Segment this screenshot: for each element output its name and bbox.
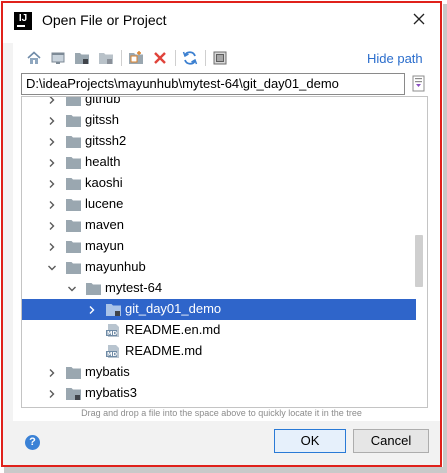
project-folder-icon[interactable] — [71, 47, 93, 69]
chevron-right-icon[interactable] — [46, 97, 58, 110]
tree-row[interactable]: mybatis — [22, 362, 416, 383]
toolbar — [21, 47, 321, 71]
hide-path-link[interactable]: Hide path — [367, 51, 423, 66]
path-input[interactable]: D:\ideaProjects\mayunhub\mytest-64\git_d… — [21, 73, 405, 95]
chevron-right-icon[interactable] — [46, 236, 58, 257]
show-hidden-icon[interactable] — [209, 47, 231, 69]
tree-rows: github gitssh gitssh2 health kaoshi lucene mav… — [22, 96, 427, 407]
path-history-button[interactable] — [409, 74, 427, 94]
tree-row[interactable]: health — [22, 152, 416, 173]
open-file-dialog: IJ Open File or Project Hide path D:\ide… — [3, 3, 440, 465]
app-icon-text: IJ — [18, 13, 28, 24]
chevron-right-icon[interactable] — [46, 173, 58, 194]
chevron-right-icon[interactable] — [46, 215, 58, 236]
tree-row[interactable]: github — [22, 96, 416, 110]
toolbar-separator — [121, 50, 122, 66]
tree-row-label: mybatis3 — [85, 385, 138, 400]
window-shadow-right — [443, 4, 447, 471]
module-folder-icon[interactable] — [95, 47, 117, 69]
window-shadow-bottom — [4, 467, 447, 473]
tree-row-label: lucene — [85, 196, 124, 211]
tree-row-label: mytest-64 — [105, 280, 163, 295]
background-window-strip — [3, 43, 13, 465]
tree-row-label: maven — [85, 217, 125, 232]
svg-text:MD: MD — [107, 352, 117, 358]
tree-row-label: README.en.md — [125, 322, 221, 337]
tree-row[interactable]: gitssh2 — [22, 131, 416, 152]
tree-row-label: mayun — [85, 238, 125, 253]
chevron-right-icon[interactable] — [46, 194, 58, 215]
folder-icon — [66, 135, 81, 148]
tree-row[interactable]: lucene — [22, 194, 416, 215]
folder-icon — [66, 261, 81, 274]
title-bar: IJ Open File or Project — [3, 3, 440, 39]
chevron-down-icon[interactable] — [46, 257, 58, 278]
tree-row-label: health — [85, 154, 121, 169]
tree-row-label: README.md — [125, 343, 203, 358]
toolbar-separator — [205, 50, 206, 66]
tree-row[interactable]: maven — [22, 215, 416, 236]
home-icon[interactable] — [23, 47, 45, 69]
tree-row-label: gitssh2 — [85, 133, 127, 148]
desktop-icon[interactable] — [47, 47, 69, 69]
project-folder-icon — [66, 387, 81, 400]
folder-icon — [66, 97, 81, 106]
drag-drop-hint: Drag and drop a file into the space abov… — [81, 408, 362, 418]
folder-icon — [66, 219, 81, 232]
project-folder-icon — [106, 303, 121, 316]
tree-row[interactable]: kaoshi — [22, 173, 416, 194]
tree-row[interactable]: mayunhub — [22, 257, 416, 278]
refresh-icon[interactable] — [179, 47, 201, 69]
chevron-right-icon[interactable] — [46, 131, 58, 152]
folder-icon — [66, 366, 81, 379]
tree-row[interactable]: MD README.en.md — [22, 320, 416, 341]
tree-row-label: mybatis — [85, 364, 130, 379]
chevron-down-icon[interactable] — [66, 278, 78, 299]
folder-icon — [66, 177, 81, 190]
tree-scrollbar-thumb[interactable] — [415, 235, 423, 287]
tree-row[interactable]: mybatis3 — [22, 383, 416, 404]
chevron-right-icon[interactable] — [46, 362, 58, 383]
close-icon — [413, 13, 425, 25]
svg-text:MD: MD — [107, 331, 117, 337]
close-button[interactable] — [409, 11, 429, 31]
file-tree[interactable]: github gitssh gitssh2 health kaoshi lucene mav… — [21, 96, 428, 408]
chevron-right-icon[interactable] — [46, 110, 58, 131]
folder-icon — [86, 282, 101, 295]
path-history-icon — [412, 75, 425, 92]
folder-icon — [66, 240, 81, 253]
tree-row[interactable]: gitssh — [22, 110, 416, 131]
folder-icon — [66, 156, 81, 169]
tree-row-label: gitssh — [85, 112, 119, 127]
chevron-right-icon[interactable] — [86, 299, 98, 320]
intellij-app-icon: IJ — [14, 12, 32, 30]
chevron-right-icon[interactable] — [46, 383, 58, 404]
tree-row[interactable]: MD README.md — [22, 341, 416, 362]
markdown-file-icon: MD — [106, 345, 121, 358]
markdown-file-icon: MD — [106, 324, 121, 337]
tree-row[interactable]: git_day01_demo — [22, 299, 416, 320]
cancel-button[interactable]: Cancel — [353, 429, 429, 453]
folder-icon — [66, 198, 81, 211]
dialog-title: Open File or Project — [42, 12, 167, 28]
folder-icon — [66, 114, 81, 127]
new-folder-icon[interactable] — [125, 47, 147, 69]
tree-row-label: git_day01_demo — [125, 301, 222, 316]
delete-icon[interactable] — [149, 47, 171, 69]
tree-row[interactable]: mayun — [22, 236, 416, 257]
toolbar-separator — [175, 50, 176, 66]
tree-row-label: github — [85, 96, 121, 106]
ok-button[interactable]: OK — [274, 429, 346, 453]
help-button[interactable]: ? — [25, 435, 40, 450]
tree-row-label: mayunhub — [85, 259, 146, 274]
chevron-right-icon[interactable] — [46, 152, 58, 173]
tree-row[interactable]: mytest-64 — [22, 278, 416, 299]
tree-row-label: kaoshi — [85, 175, 123, 190]
